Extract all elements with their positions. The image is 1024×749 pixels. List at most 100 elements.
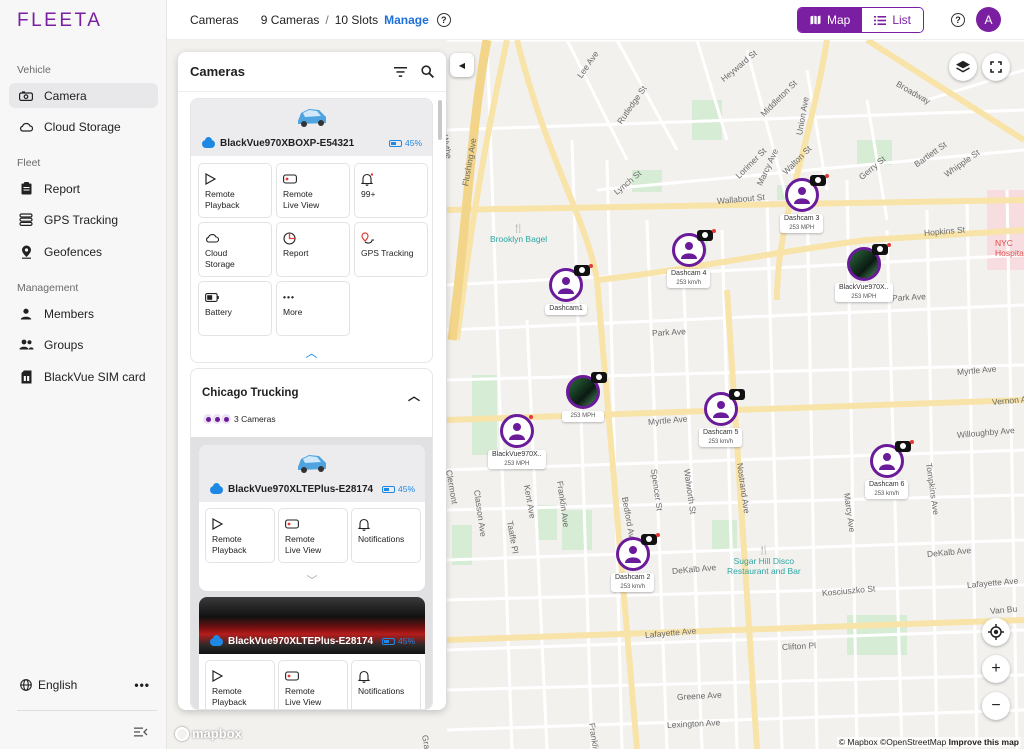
manage-link[interactable]: Manage — [384, 13, 429, 27]
zoom-in-button[interactable]: + — [982, 655, 1010, 683]
dashcam-marker[interactable]: Dashcam 5 253 km/h — [699, 389, 745, 447]
locate-button[interactable] — [982, 618, 1010, 646]
mapbox-logo[interactable]: mapbox — [175, 726, 242, 741]
remote-playback-button[interactable]: Remote Playback — [205, 660, 275, 709]
camera-card[interactable]: BlackVue970XLTEPlus-E28174 45% Remote Pla… — [199, 597, 425, 709]
remote-live-view-button[interactable]: Remote Live View — [278, 660, 348, 709]
collapse-sidebar-icon[interactable] — [134, 724, 148, 742]
chevron-up-icon[interactable]: ︿ — [408, 387, 420, 404]
chevron-down-icon[interactable]: ﹀ — [307, 572, 318, 588]
dashcam-marker[interactable]: Dashcam 4 253 km/h — [667, 229, 716, 288]
map-view-button[interactable]: Map — [798, 8, 863, 32]
dashcam-marker[interactable]: BlackVue970X.. 253 MPH — [488, 414, 546, 469]
sidebar-item-cloud-storage[interactable]: Cloud Storage — [9, 114, 158, 139]
remote-playback-button[interactable]: Remote Playback — [205, 508, 275, 563]
sidebar-item-label: BlackVue SIM card — [44, 369, 146, 384]
improve-map-link[interactable]: Improve this map — [949, 737, 1019, 747]
sidebar-item-label: Geofences — [44, 244, 103, 259]
cloud-storage-button[interactable]: Cloud Storage — [198, 222, 272, 277]
fullscreen-button[interactable] — [982, 53, 1010, 81]
remote-live-view-button[interactable]: Remote Live View — [278, 508, 348, 563]
more-options-button[interactable]: ••• — [134, 678, 150, 692]
bell-icon — [358, 516, 414, 532]
dashcam-icon — [728, 389, 745, 400]
map-view-label: Map — [827, 13, 851, 27]
marker-label: Dashcam 6 253 km/h — [865, 480, 909, 499]
status-dot — [909, 440, 914, 444]
notifications-button[interactable]: Notifications — [351, 508, 421, 563]
group-card[interactable]: Chicago Trucking ︿ 3 Cameras BlackVue970… — [190, 368, 433, 710]
collapse-panel-button[interactable]: ◀ — [450, 53, 474, 77]
sidebar-item-gps-tracking[interactable]: GPS Tracking — [9, 207, 158, 232]
live-view-icon — [285, 668, 341, 684]
gps-tracking-button[interactable]: GPS Tracking — [354, 222, 428, 277]
layers-button[interactable] — [949, 53, 977, 81]
attribution-text[interactable]: © Mapbox ©OpenStreetMap — [839, 737, 947, 747]
dashcam-marker[interactable]: BlackVue970X.. 253 MPH — [835, 243, 893, 302]
remote-playback-button[interactable]: Remote Playback — [198, 163, 272, 218]
fleeta-logo[interactable]: FLEETA — [17, 10, 102, 32]
dashcam-marker[interactable]: 253 MPH — [562, 372, 607, 422]
scrollbar[interactable] — [438, 100, 442, 140]
poi-nyc-hospital[interactable]: NYC Hospital — [995, 238, 1024, 258]
poi-label: Restaurant and Bar — [727, 566, 801, 576]
sidebar-item-sim-card[interactable]: BlackVue SIM card — [9, 364, 158, 389]
person-icon — [712, 401, 729, 418]
sidebar-item-label: Members — [44, 306, 95, 321]
map-attribution: © Mapbox ©OpenStreetMap Improve this map — [836, 737, 1021, 747]
marker-label: Dashcam1 — [545, 304, 587, 315]
restaurant-icon: 🍴 — [513, 223, 524, 233]
dashcam-marker[interactable]: Dashcam 3 253 MPH — [780, 174, 829, 233]
person-icon — [680, 242, 697, 259]
sidebar-item-groups[interactable]: Groups — [9, 332, 158, 357]
camera-card[interactable]: BlackVue970XBOXP-E54321 45% Remote Playba… — [190, 98, 433, 363]
remote-live-view-button[interactable]: Remote Live View — [276, 163, 350, 218]
zoom-out-button[interactable]: − — [982, 692, 1010, 720]
person-icon — [558, 277, 574, 294]
chevron-up-icon[interactable]: ︿ — [305, 344, 317, 361]
sidebar-item-camera[interactable]: Camera — [9, 83, 158, 108]
dashcam-marker[interactable]: Dashcam 6 253 km/h — [865, 440, 914, 499]
help-icon[interactable]: ? — [951, 13, 965, 27]
sidebar-item-report[interactable]: Report — [9, 176, 158, 201]
user-avatar[interactable]: A — [976, 7, 1001, 32]
sidebar-item-members[interactable]: Members — [9, 301, 158, 326]
list-view-button[interactable]: List — [862, 8, 924, 32]
help-icon[interactable]: ? — [436, 12, 451, 27]
street-label: Park Ave — [651, 326, 687, 338]
marker-avatar — [549, 264, 593, 302]
dashcam-icon — [809, 175, 826, 186]
language-selector[interactable]: English ••• — [20, 678, 150, 692]
battery-status: 45% — [388, 138, 422, 148]
live-view-icon — [283, 171, 343, 187]
cloud-icon — [210, 482, 223, 494]
dashcam-marker[interactable]: Dashcam1 — [545, 264, 593, 315]
filter-icon[interactable] — [394, 66, 407, 77]
street-label: Clifton Pl — [781, 640, 817, 652]
camera-card[interactable]: BlackVue970XLTEPlus-E28174 45% Remote Pla… — [199, 445, 425, 591]
panel-title: Cameras — [190, 64, 245, 79]
marker-label: BlackVue970X.. 253 MPH — [835, 283, 893, 302]
battery-button[interactable]: Battery — [198, 281, 272, 336]
person-icon — [624, 546, 641, 563]
report-button[interactable]: Report — [276, 222, 350, 277]
cameras-panel: Cameras BlackVue970XBOXP-E54321 45% Remo… — [178, 52, 446, 710]
sidebar-item-geofences[interactable]: Geofences — [9, 239, 158, 264]
status-dot — [886, 243, 891, 247]
car-icon — [298, 455, 326, 473]
sidebar-item-label: GPS Tracking — [44, 212, 119, 227]
marker-avatar — [869, 440, 914, 478]
view-toggle: Map List — [797, 7, 925, 33]
marker-photo — [846, 243, 891, 281]
poi-brooklyn-bagel[interactable]: 🍴 Brooklyn Bagel — [490, 223, 547, 244]
more-button[interactable]: ••• More — [276, 281, 350, 336]
search-icon[interactable] — [421, 65, 434, 78]
poi-sugar-hill[interactable]: 🍴 Sugar Hill Disco Restaurant and Bar — [727, 545, 801, 576]
count-separator: / — [325, 12, 329, 27]
camera-actions: Remote Playback Remote Live View 99+ Cloud… — [191, 156, 432, 343]
dashcam-marker[interactable]: Dashcam 2 253 km/h — [611, 533, 660, 592]
notifications-button[interactable]: Notifications — [351, 660, 421, 709]
fullscreen-icon — [990, 61, 1002, 73]
notifications-button[interactable]: 99+ — [354, 163, 428, 218]
slot-count: 10 Slots — [334, 12, 379, 27]
